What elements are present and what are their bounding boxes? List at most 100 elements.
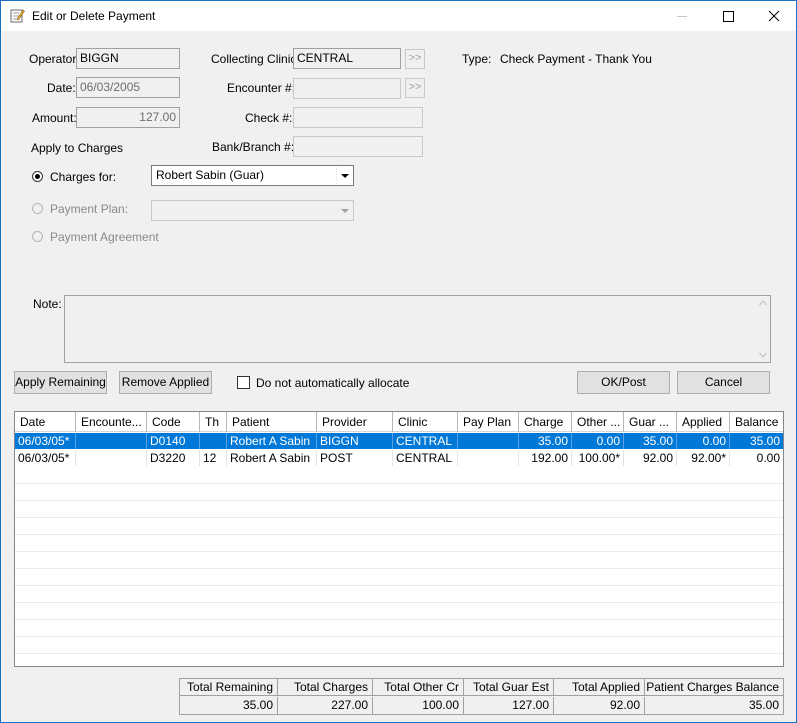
charges-for-label: Charges for:: [50, 170, 117, 184]
column-header-code[interactable]: Code: [147, 412, 200, 432]
cell-clinic: CENTRAL: [393, 433, 458, 449]
column-header-balance[interactable]: Balance: [730, 412, 783, 432]
radio-selected-dot: [35, 174, 40, 179]
encounter-field: [293, 78, 401, 99]
column-header-patient[interactable]: Patient: [227, 412, 317, 432]
grid-row-line: [15, 534, 783, 535]
amount-label: Amount:: [32, 111, 77, 125]
collecting-clinic-label: Collecting Clinic:: [211, 52, 300, 66]
note-label: Note:: [33, 297, 62, 311]
grid-row-line: [15, 619, 783, 620]
column-header-date[interactable]: Date: [15, 412, 76, 432]
cell-encounter: [76, 450, 147, 466]
maximize-icon: [723, 11, 734, 22]
operator-label: Operator:: [29, 52, 80, 66]
grid-row-line: [15, 585, 783, 586]
cell-date: 06/03/05*: [15, 450, 76, 466]
title-bar: Edit or Delete Payment: [1, 1, 796, 31]
cell-patient: Robert A Sabin: [227, 450, 317, 466]
clinic-lookup-button[interactable]: >>: [405, 49, 425, 69]
grid-row-line: [15, 602, 783, 603]
bank-branch-field: [293, 136, 423, 157]
cell-clinic: CENTRAL: [393, 450, 458, 466]
column-header-other[interactable]: Other ...: [572, 412, 624, 432]
minimize-icon: [677, 16, 687, 17]
close-button[interactable]: [751, 1, 797, 31]
charges-grid[interactable]: Date Encounte... Code Th Patient Provide…: [14, 411, 784, 667]
total-remaining-header: Total Remaining: [180, 679, 278, 696]
charges-for-radio[interactable]: [32, 171, 43, 182]
no-auto-allocate-checkbox[interactable]: [237, 376, 250, 389]
cell-balance: 0.00: [756, 451, 780, 465]
column-header-provider[interactable]: Provider: [317, 412, 393, 432]
maximize-button[interactable]: [705, 1, 751, 31]
total-other-cr-value: 100.00: [373, 697, 464, 714]
check-field: [293, 107, 423, 128]
encounter-label: Encounter #:: [227, 81, 296, 95]
cell-code: D3220: [147, 450, 200, 466]
column-header-encounter[interactable]: Encounte...: [76, 412, 147, 432]
note-textarea[interactable]: [64, 295, 771, 363]
column-header-clinic[interactable]: Clinic: [393, 412, 458, 432]
cell-balance: 35.00: [749, 434, 780, 448]
cell-encounter: [76, 433, 147, 449]
date-label: Date:: [47, 81, 76, 95]
check-label: Check #:: [245, 111, 293, 125]
ok-post-button[interactable]: OK/Post: [577, 371, 670, 394]
column-header-pay-plan[interactable]: Pay Plan: [458, 412, 519, 432]
total-applied-value: 92.00: [554, 697, 645, 714]
cell-guar: 92.00: [624, 450, 677, 466]
cell-charge: 35.00: [519, 433, 572, 449]
grid-row-line: [15, 568, 783, 569]
cell-guar: 35.00: [624, 433, 677, 449]
note-scrollbar[interactable]: [758, 298, 768, 360]
payment-agreement-radio[interactable]: [32, 231, 43, 242]
grid-row-line: [15, 500, 783, 501]
column-header-charge[interactable]: Charge: [519, 412, 572, 432]
payment-plan-select[interactable]: [151, 200, 354, 221]
operator-field: BIGGN: [76, 48, 180, 69]
patient-charges-balance-header: Patient Charges Balance: [645, 679, 783, 696]
no-auto-allocate-label: Do not automatically allocate: [256, 376, 410, 390]
cell-other: 100.00*: [572, 450, 624, 466]
minimize-button[interactable]: [659, 1, 705, 31]
remove-applied-button[interactable]: Remove Applied: [119, 371, 212, 394]
total-guar-est-header: Total Guar Est: [464, 679, 554, 696]
encounter-lookup-button[interactable]: >>: [405, 78, 425, 98]
column-header-applied[interactable]: Applied: [677, 412, 730, 432]
close-icon: [768, 10, 780, 22]
charges-for-select[interactable]: Robert Sabin (Guar): [151, 165, 354, 186]
charges-for-value: Robert Sabin (Guar): [156, 168, 265, 182]
apply-remaining-button[interactable]: Apply Remaining: [14, 371, 107, 394]
cancel-button[interactable]: Cancel: [677, 371, 770, 394]
window-title: Edit or Delete Payment: [32, 9, 156, 23]
type-value: Check Payment - Thank You: [500, 52, 652, 66]
total-guar-est-value: 127.00: [464, 697, 554, 714]
cell-applied: 92.00*: [677, 450, 730, 466]
cell-applied: 0.00: [677, 433, 730, 449]
collecting-clinic-field: CENTRAL: [293, 48, 401, 69]
grid-row-line: [15, 517, 783, 518]
bank-branch-label: Bank/Branch #:: [212, 140, 295, 154]
column-header-th[interactable]: Th: [200, 412, 227, 432]
total-charges-header: Total Charges: [278, 679, 373, 696]
payment-plan-label: Payment Plan:: [50, 202, 129, 216]
grid-header: Date Encounte... Code Th Patient Provide…: [15, 412, 783, 432]
cell-th: 12: [200, 450, 227, 466]
amount-field: 127.00: [76, 107, 180, 128]
cell-provider: BIGGN: [317, 433, 393, 449]
cell-charge: 192.00: [519, 450, 572, 466]
table-row[interactable]: 06/03/05* D0140 Robert A Sabin BIGGN CEN…: [15, 433, 783, 449]
patient-charges-balance-value: 35.00: [748, 698, 779, 712]
apply-to-charges-label: Apply to Charges: [31, 141, 124, 155]
total-remaining-value: 35.00: [180, 697, 278, 714]
cell-pay-plan: [458, 433, 519, 449]
total-charges-value: 227.00: [278, 697, 373, 714]
type-label: Type:: [462, 52, 492, 66]
grid-row-line: [15, 636, 783, 637]
column-header-guar[interactable]: Guar ...: [624, 412, 677, 432]
cell-th: [200, 433, 227, 449]
cell-code: D0140: [147, 433, 200, 449]
table-row[interactable]: 06/03/05* D3220 12 Robert A Sabin POST C…: [15, 450, 783, 466]
payment-plan-radio[interactable]: [32, 203, 43, 214]
